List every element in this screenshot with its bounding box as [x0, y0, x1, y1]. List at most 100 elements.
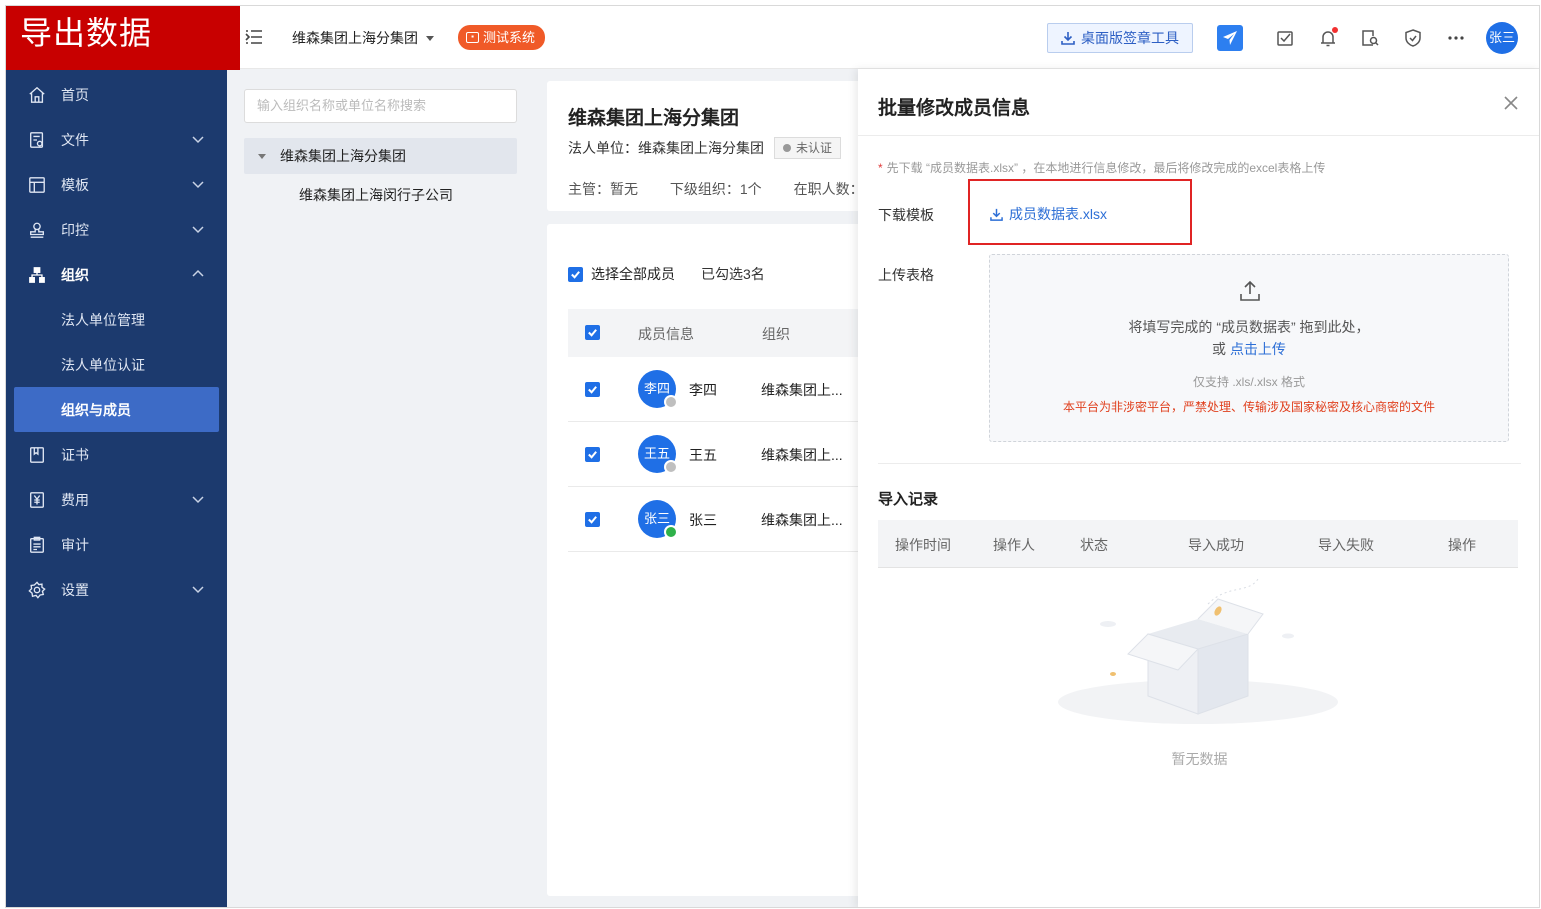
home-icon	[27, 85, 47, 105]
required-mark: *	[878, 161, 883, 175]
sidebar-item-legal-unit-certification[interactable]: 法人单位认证	[6, 342, 227, 387]
row-checkbox[interactable]	[585, 447, 600, 462]
sidebar-item-billing[interactable]: 费用	[6, 477, 227, 522]
col-import-failed: 导入失败	[1318, 537, 1374, 553]
col-operation-time: 操作时间	[895, 537, 951, 553]
yen-icon	[27, 490, 47, 510]
sidebar: 首页 文件 模板 印控 组织 法人单位管理 法人单位认证 组织与成员 证书 费用…	[6, 6, 227, 907]
shield-icon[interactable]	[1402, 27, 1424, 49]
collapse-menu-icon[interactable]	[245, 28, 263, 46]
avatar: 李四	[638, 370, 678, 409]
org-switcher-label: 维森集团上海分集团	[292, 30, 418, 46]
table-row[interactable]: 张三 张三 维森集团上...	[568, 487, 867, 552]
divider	[878, 463, 1521, 464]
chevron-down-icon	[191, 582, 205, 596]
sidebar-item-audit[interactable]: 审计	[6, 522, 227, 567]
upload-security-warning: 本平台为非涉密平台，严禁处理、传输涉及国家秘密及核心商密的文件	[1062, 400, 1435, 414]
sidebar-menu: 首页 文件 模板 印控 组织 法人单位管理 法人单位认证 组织与成员 证书 费用…	[6, 72, 227, 612]
row-checkbox[interactable]	[585, 512, 600, 527]
desktop-sign-tool-button[interactable]: 桌面版签章工具	[1047, 23, 1193, 53]
badge-label: 测试系统	[483, 30, 536, 45]
org-switcher[interactable]: 维森集团上海分集团	[292, 28, 434, 48]
sidebar-item-label: 审计	[61, 536, 89, 553]
org-tree-icon	[27, 265, 47, 285]
sidebar-item-label: 首页	[61, 86, 89, 103]
bell-icon[interactable]	[1317, 27, 1339, 49]
upload-format-note: 仅支持 .xls/.xlsx 格式	[1192, 375, 1305, 389]
staff-text: 在职人数：	[793, 181, 864, 197]
sidebar-item-label: 组织与成员	[61, 401, 131, 418]
paper-plane-icon	[1223, 31, 1237, 45]
upload-dropzone[interactable]: 将填写完成的 “成员数据表” 拖到此处， 或 点击上传 仅支持 .xls/.xl…	[989, 254, 1509, 442]
sidebar-item-legal-unit-management[interactable]: 法人单位管理	[6, 297, 227, 342]
user-avatar[interactable]: 张三	[1486, 22, 1518, 54]
org-stats: 主管：暂无 下级组织：1个 在职人数：	[568, 179, 867, 199]
file-icon	[27, 130, 47, 150]
org-title: 维森集团上海分集团	[568, 108, 740, 129]
tree-node-label: 维森集团上海分集团	[280, 148, 406, 164]
download-icon	[1061, 32, 1075, 45]
table-row[interactable]: 王五 王五 维森集团上...	[568, 422, 867, 487]
download-file-name: 成员数据表.xlsx	[1009, 206, 1107, 222]
empty-box-illustration	[1058, 578, 1338, 724]
chevron-down-icon	[191, 222, 205, 236]
member-org: 维森集团上...	[761, 512, 843, 528]
member-org: 维森集团上...	[761, 382, 843, 398]
hint-text: 先下载 “成员数据表.xlsx” ，在本地进行信息修改，最后将修改完成的exce…	[886, 161, 1326, 175]
sidebar-item-templates[interactable]: 模板	[6, 162, 227, 207]
sidebar-item-org-members[interactable]: 组织与成员	[14, 387, 219, 432]
template-icon	[27, 175, 47, 195]
sidebar-item-certificates[interactable]: 证书	[6, 432, 227, 477]
download-template-label: 下载模板	[878, 207, 934, 223]
tree-node-root[interactable]: 维森集团上海分集团	[244, 138, 517, 174]
expand-caret-icon[interactable]	[258, 153, 266, 159]
send-button[interactable]	[1217, 25, 1243, 51]
close-icon[interactable]	[1503, 95, 1519, 111]
sidebar-item-settings[interactable]: 设置	[6, 567, 227, 612]
col-action: 操作	[1448, 537, 1476, 553]
upload-icon	[1238, 279, 1262, 303]
import-records-title: 导入记录	[878, 491, 939, 508]
avatar: 王五	[638, 435, 678, 474]
chevron-up-icon	[191, 267, 205, 281]
export-data-banner: 导出数据	[6, 6, 240, 70]
audit-icon	[27, 535, 47, 555]
sidebar-item-files[interactable]: 文件	[6, 117, 227, 162]
sidebar-item-home[interactable]: 首页	[6, 72, 227, 117]
sidebar-item-label: 设置	[61, 581, 89, 598]
unverified-status-icon	[664, 460, 678, 474]
sidebar-item-organization[interactable]: 组织	[6, 252, 227, 297]
notification-dot	[1332, 27, 1338, 33]
sidebar-item-label: 文件	[61, 131, 89, 148]
click-upload-link[interactable]: 点击上传	[1230, 341, 1286, 357]
org-search-input[interactable]: 输入组织名称或单位名称搜索	[244, 89, 517, 123]
col-member-info: 成员信息	[638, 326, 694, 342]
divider	[858, 135, 1539, 136]
row-checkbox[interactable]	[585, 382, 600, 397]
chevron-down-icon	[191, 177, 205, 191]
sidebar-item-label: 证书	[61, 446, 89, 463]
sidebar-item-seal[interactable]: 印控	[6, 207, 227, 252]
col-status: 状态	[1080, 537, 1108, 553]
legal-unit-text: 法人单位：维森集团上海分集团	[568, 140, 764, 156]
selected-count: 已勾选3名	[701, 266, 765, 282]
select-all-label[interactable]: 选择全部成员	[591, 264, 675, 284]
task-check-icon[interactable]	[1274, 27, 1296, 49]
document-search-icon[interactable]	[1359, 27, 1381, 49]
caret-down-icon	[426, 35, 434, 41]
header-checkbox[interactable]	[585, 325, 600, 340]
instructions-hint: * 先下载 “成员数据表.xlsx” ，在本地进行信息修改，最后将修改完成的exc…	[878, 159, 1325, 176]
legal-unit-row: 法人单位：维森集团上海分集团 未认证	[568, 137, 842, 159]
verified-status-icon	[664, 525, 678, 539]
download-template-link[interactable]: 成员数据表.xlsx	[990, 204, 1107, 224]
tree-node-child[interactable]: 维森集团上海闵行子公司	[299, 185, 453, 205]
upload-instruction: 将填写完成的 “成员数据表” 拖到此处，	[1128, 319, 1370, 335]
certificate-icon	[27, 445, 47, 465]
upload-or-text: 或	[1212, 341, 1230, 357]
drawer-title: 批量修改成员信息	[878, 98, 1031, 119]
sidebar-item-label: 组织	[61, 266, 89, 283]
more-icon[interactable]	[1445, 27, 1467, 49]
table-row[interactable]: 李四 李四 维森集团上...	[568, 357, 867, 422]
upload-label: 上传表格	[878, 267, 934, 283]
select-all-checkbox[interactable]	[568, 266, 583, 282]
